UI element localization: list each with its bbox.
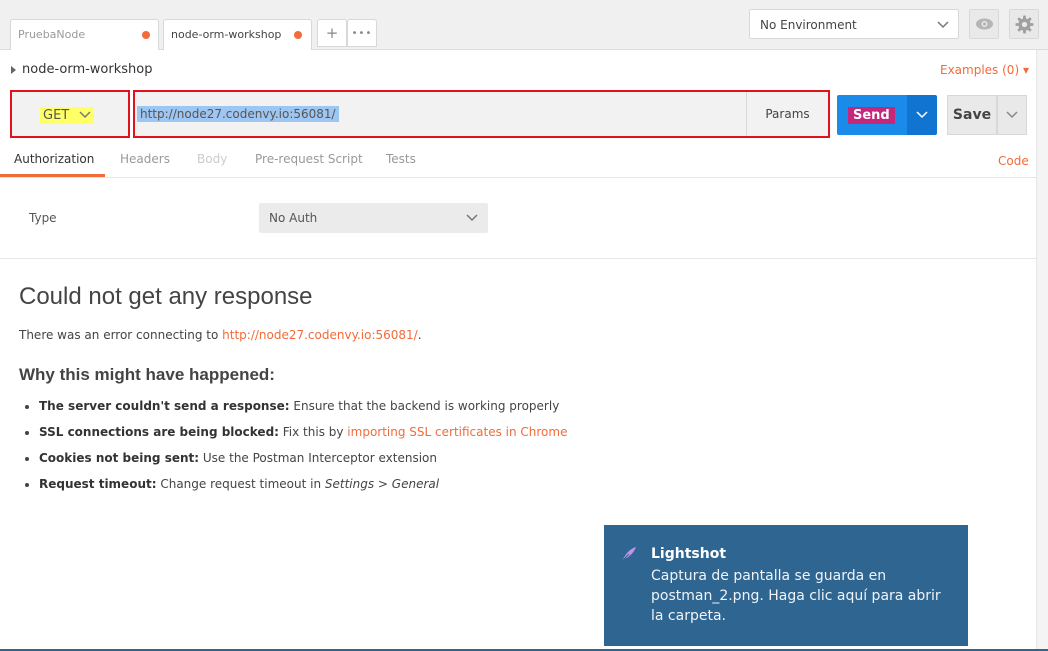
error-message: There was an error connecting to http://…	[19, 328, 422, 342]
list-item: Cookies not being sent: Use the Postman …	[39, 448, 567, 474]
chevron-down-icon	[466, 214, 478, 222]
why-heading: Why this might have happened:	[19, 365, 275, 384]
auth-type-select[interactable]: No Auth	[259, 203, 488, 233]
unsaved-dot-icon	[142, 31, 150, 39]
tab-authorization[interactable]: Authorization	[14, 152, 94, 166]
eye-icon	[976, 18, 993, 30]
section-divider	[0, 258, 1036, 259]
environment-select[interactable]: No Environment	[749, 9, 959, 39]
chevron-down-icon	[937, 21, 949, 29]
tabs-divider	[0, 177, 1036, 178]
reason-text: Use the Postman Interceptor extension	[199, 451, 437, 465]
list-item: The server couldn't send a response: Ens…	[39, 396, 567, 422]
tab-pre-request-script[interactable]: Pre-request Script	[255, 152, 363, 166]
ssl-certificates-link[interactable]: importing SSL certificates in Chrome	[347, 425, 567, 439]
response-title: Could not get any response	[19, 283, 313, 310]
reason-title: SSL connections are being blocked:	[39, 425, 279, 439]
new-tab-button[interactable]: +	[317, 19, 347, 47]
send-options-button[interactable]	[907, 95, 937, 135]
params-button[interactable]: Params	[746, 92, 828, 136]
url-value: http://node27.codenvy.io:56081/	[137, 106, 339, 122]
reason-text: Ensure that the backend is working prope…	[289, 399, 560, 413]
scrollbar[interactable]	[1036, 50, 1048, 651]
reason-title: The server couldn't send a response:	[39, 399, 290, 413]
feather-icon	[621, 547, 636, 562]
gear-icon	[1015, 15, 1034, 34]
more-tabs-button[interactable]: •••	[347, 19, 377, 47]
reason-title: Cookies not being sent:	[39, 451, 200, 465]
caret-right-icon[interactable]	[11, 66, 17, 74]
chevron-down-icon	[916, 111, 928, 119]
method-value: GET	[43, 108, 70, 123]
auth-type-label: Type	[29, 211, 57, 225]
reason-title: Request timeout:	[39, 477, 157, 491]
tab-label: node-orm-workshop	[171, 28, 282, 41]
tab-pruebanode[interactable]: PruebaNode	[10, 19, 159, 50]
notification-title: Lightshot	[651, 546, 727, 562]
environment-quick-look-button[interactable]	[969, 9, 999, 39]
save-button[interactable]: Save	[947, 95, 997, 135]
reasons-list: The server couldn't send a response: Ens…	[24, 396, 567, 500]
method-label: GET	[40, 107, 95, 124]
chevron-down-icon	[79, 111, 91, 119]
tab-node-orm-workshop[interactable]: node-orm-workshop	[163, 19, 312, 50]
tab-headers[interactable]: Headers	[120, 152, 170, 166]
settings-button[interactable]	[1009, 9, 1039, 39]
environment-label: No Environment	[760, 18, 857, 32]
tab-tests[interactable]: Tests	[386, 152, 416, 166]
active-tab-indicator	[0, 174, 105, 177]
list-item: Request timeout: Change request timeout …	[39, 474, 567, 500]
auth-type-value: No Auth	[269, 211, 318, 225]
notification-body: Captura de pantalla se guarda en postman…	[651, 568, 941, 624]
reason-text: Fix this by	[278, 425, 348, 439]
reason-text: Change request timeout in	[156, 477, 325, 491]
examples-dropdown[interactable]: Examples (0) ▾	[940, 63, 1029, 77]
send-label: Send	[848, 107, 895, 124]
save-options-button[interactable]	[997, 95, 1027, 135]
error-url-link[interactable]: http://node27.codenvy.io:56081/	[222, 328, 418, 342]
chevron-down-icon	[1006, 111, 1018, 119]
error-suffix: .	[417, 328, 422, 342]
tab-body[interactable]: Body	[197, 152, 227, 166]
unsaved-dot-icon	[294, 31, 302, 39]
error-prefix: There was an error connecting to	[19, 328, 223, 342]
list-item: SSL connections are being blocked: Fix t…	[39, 422, 567, 448]
settings-path: Settings > General	[324, 477, 440, 491]
code-link[interactable]: Code	[998, 154, 1029, 168]
request-name: node-orm-workshop	[22, 62, 153, 77]
tab-label: PruebaNode	[18, 28, 86, 41]
